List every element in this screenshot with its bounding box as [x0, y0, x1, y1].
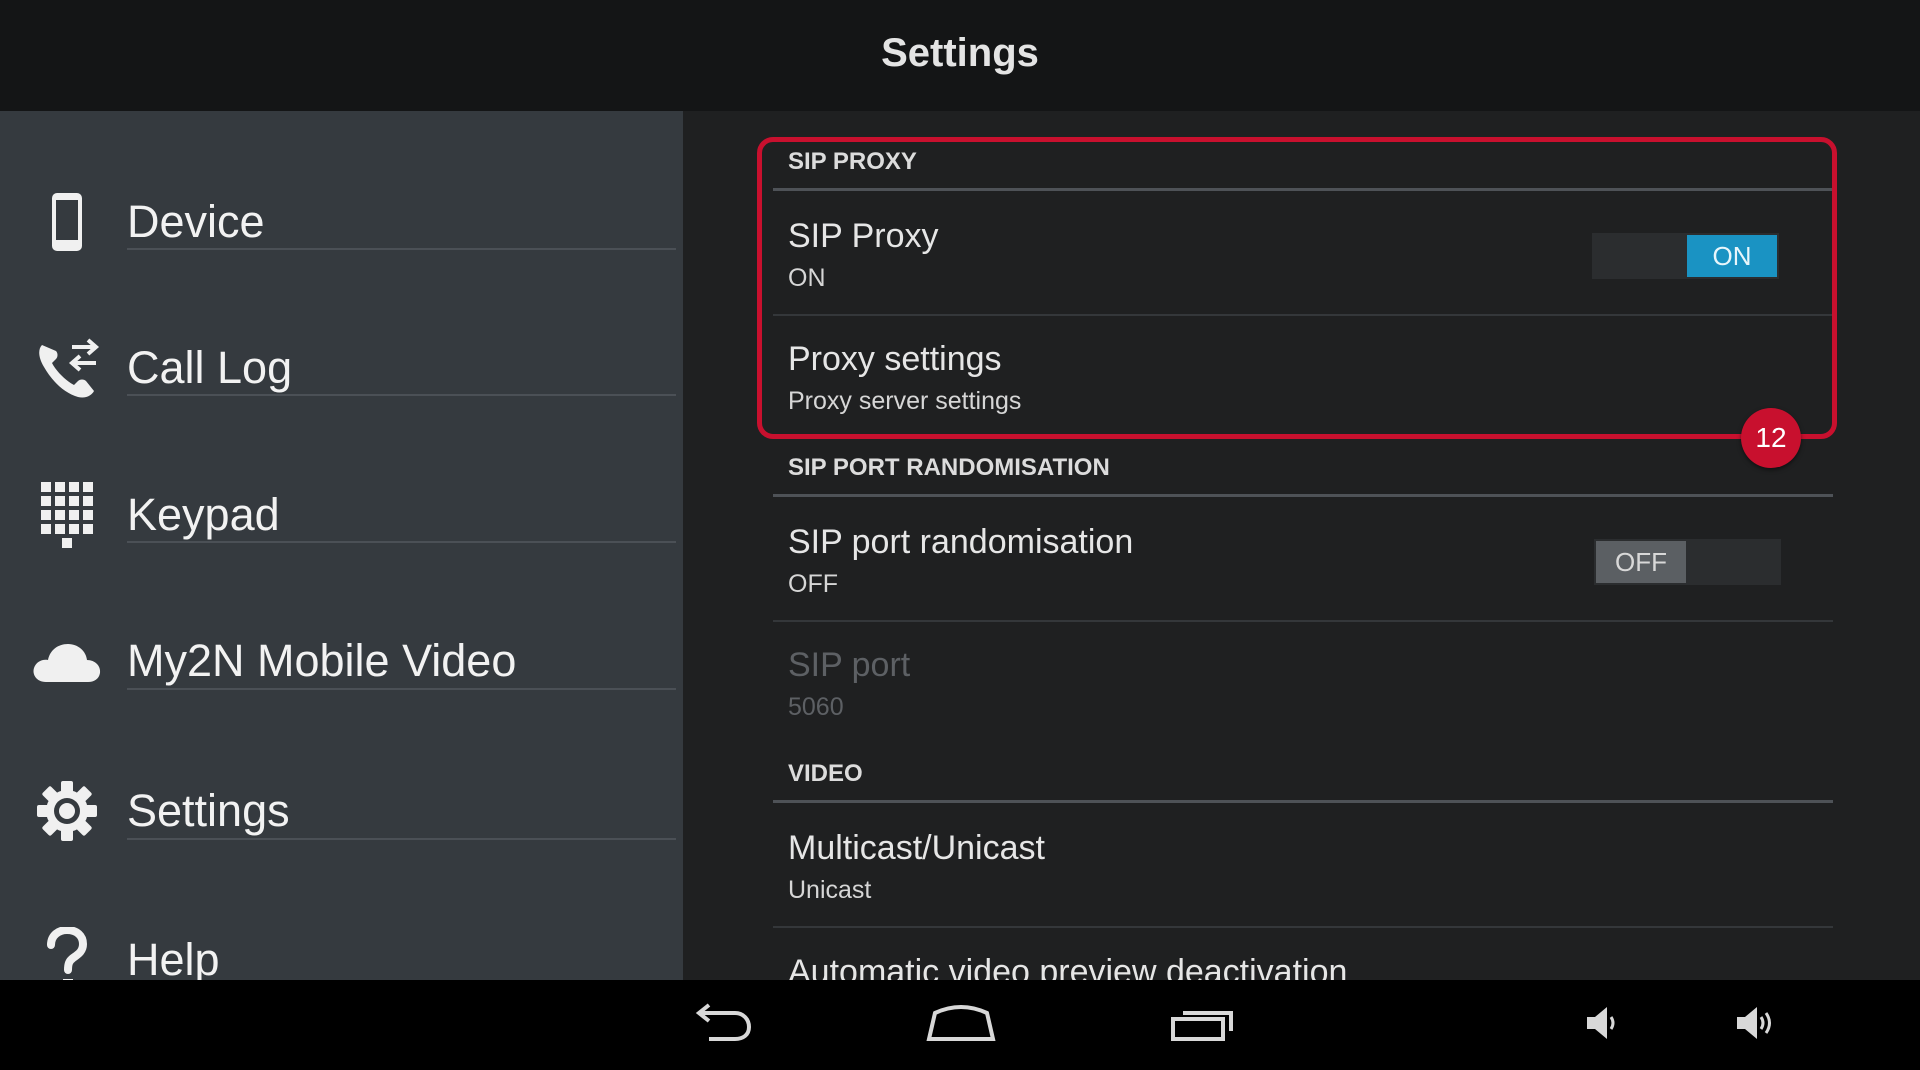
sidebar-item-label: My2N Mobile Video — [127, 635, 517, 686]
section-divider — [773, 800, 1833, 803]
system-navigation-bar — [0, 980, 1920, 1070]
sidebar-item-device[interactable]: Device — [0, 149, 683, 295]
cloud-icon — [32, 626, 102, 696]
sidebar-item-label: Call Log — [127, 342, 293, 393]
pref-title: Automatic video preview deactivation — [788, 953, 1348, 980]
recent-apps-icon — [1169, 1003, 1239, 1048]
call-log-icon — [32, 333, 102, 403]
action-bar: Settings — [0, 0, 1920, 111]
volume-down-icon — [1583, 1003, 1617, 1048]
pref-summary: Unicast — [788, 876, 872, 904]
divider — [127, 394, 676, 396]
toggle-knob: ON — [1687, 235, 1777, 277]
sidebar: Device Call Log Keypad My2N Mobile Video… — [0, 111, 683, 989]
section-header-sip-port-randomisation: SIP PORT RANDOMISATION — [788, 454, 1110, 481]
pref-title: Multicast/Unicast — [788, 829, 1045, 867]
divider — [127, 541, 676, 543]
home-icon — [925, 1003, 997, 1048]
annotation-badge: 12 — [1741, 408, 1801, 468]
row-divider — [773, 620, 1833, 622]
gear-icon — [32, 776, 102, 846]
pref-title: SIP port — [788, 646, 911, 684]
phone-icon — [32, 187, 102, 257]
pref-title: SIP port randomisation — [788, 523, 1134, 561]
sip-proxy-toggle[interactable]: ON — [1592, 233, 1779, 279]
section-divider — [773, 188, 1833, 191]
recent-apps-button[interactable] — [1159, 992, 1249, 1058]
sidebar-item-label: Help — [127, 934, 220, 985]
pref-summary: OFF — [788, 570, 838, 598]
section-divider — [773, 494, 1833, 497]
sidebar-item-label: Device — [127, 196, 265, 247]
row-divider — [773, 926, 1833, 928]
section-header-sip-proxy: SIP PROXY — [788, 148, 917, 175]
page-title: Settings — [881, 31, 1039, 75]
keypad-icon — [32, 480, 102, 550]
divider — [127, 838, 676, 840]
back-button[interactable] — [676, 992, 766, 1058]
sidebar-item-keypad[interactable]: Keypad — [0, 442, 683, 588]
sidebar-item-my2n-mobile-video[interactable]: My2N Mobile Video — [0, 588, 683, 734]
pref-summary: ON — [788, 264, 826, 292]
section-header-video: VIDEO — [788, 760, 863, 787]
sidebar-item-label: Settings — [127, 785, 290, 836]
home-button[interactable] — [916, 992, 1006, 1058]
sip-port-randomisation-toggle[interactable]: OFF — [1594, 539, 1781, 585]
row-divider — [773, 314, 1833, 316]
divider — [127, 688, 676, 690]
pref-title: SIP Proxy — [788, 217, 939, 255]
pref-summary: 5060 — [788, 693, 844, 721]
toggle-knob: OFF — [1596, 541, 1686, 583]
volume-up-button[interactable] — [1710, 992, 1800, 1058]
settings-list: SIP PROXY SIP Proxy ON ON Proxy settings… — [683, 111, 1920, 980]
sidebar-item-settings[interactable]: Settings — [0, 738, 683, 884]
sidebar-item-label: Keypad — [127, 489, 280, 540]
volume-down-button[interactable] — [1555, 992, 1645, 1058]
pref-summary: Proxy server settings — [788, 387, 1022, 415]
sidebar-item-call-log[interactable]: Call Log — [0, 295, 683, 441]
divider — [127, 248, 676, 250]
pref-title: Proxy settings — [788, 340, 1002, 378]
back-icon — [689, 1002, 753, 1048]
volume-up-icon — [1733, 1003, 1777, 1048]
